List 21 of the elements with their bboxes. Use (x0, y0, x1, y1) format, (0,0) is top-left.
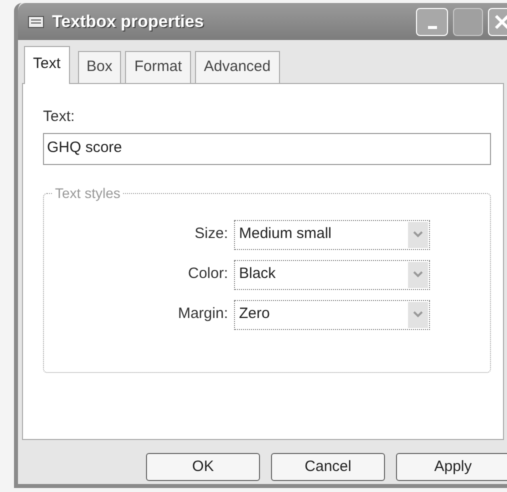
tab[interactable]: Format (125, 51, 191, 83)
dropdown[interactable]: Black (234, 260, 430, 290)
field-label: Margin: (176, 304, 229, 324)
minimize-button[interactable] (416, 8, 448, 36)
window-icon (28, 16, 44, 28)
close-icon (494, 14, 507, 30)
dropdown[interactable]: Zero (234, 300, 430, 330)
dialog-button[interactable]: OK (146, 453, 260, 481)
tab[interactable]: Text (24, 46, 70, 84)
dialog-button[interactable]: Cancel (271, 453, 385, 481)
field-label: Color: (186, 264, 229, 284)
window-title: Textbox properties (52, 10, 204, 33)
tab[interactable]: Box (78, 51, 122, 83)
tab[interactable]: Advanced (194, 51, 280, 83)
dropdown[interactable]: Medium small (234, 220, 430, 250)
close-button[interactable] (488, 8, 507, 36)
dialog-button[interactable]: Apply (396, 453, 507, 481)
text-input[interactable]: GHQ score (43, 132, 491, 164)
field-label: Size: (194, 224, 229, 244)
maximize-button[interactable] (453, 8, 483, 36)
field-label: Text: (43, 107, 76, 127)
